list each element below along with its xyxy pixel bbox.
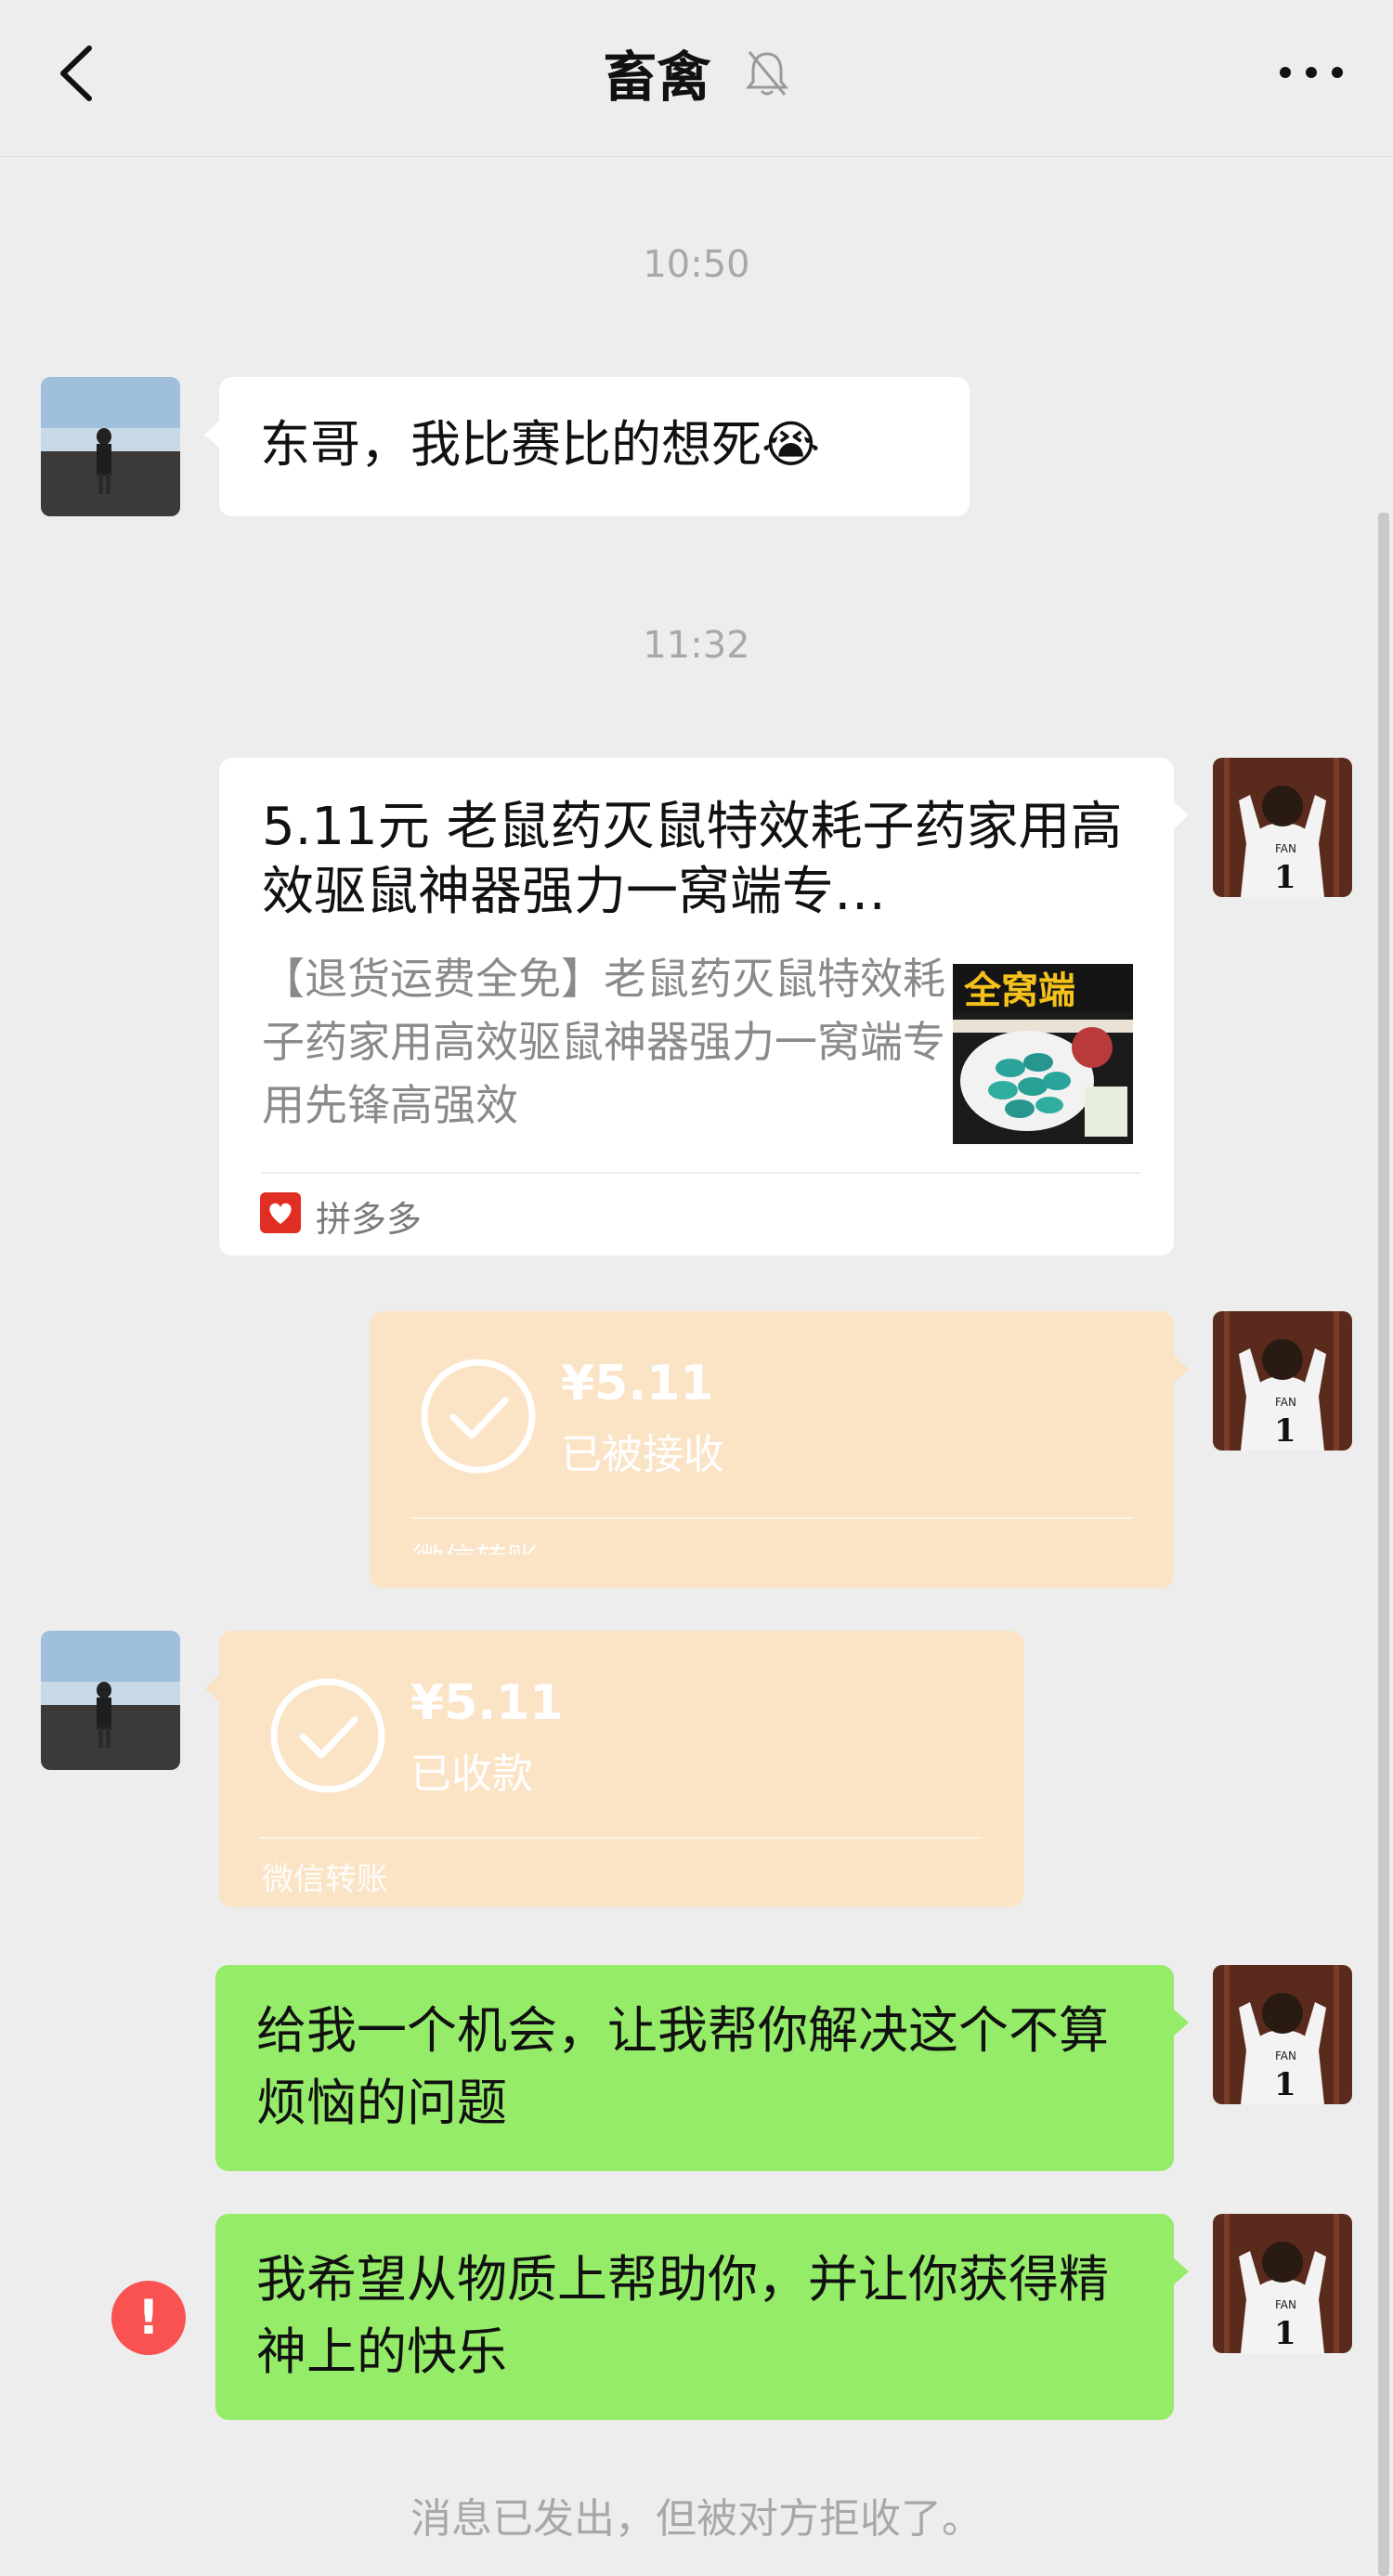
message-text: 东哥，我比赛比的想死😭 [260,415,821,474]
svg-text:FAN: FAN [1275,2049,1296,2062]
transfer-amount: ¥5.11 [410,1675,564,1731]
link-card[interactable]: 5.11元 老鼠药灭鼠特效耗子药家用高效驱鼠神器强力一窝端专… 【退货运费全免】… [219,758,1189,1255]
pinduoduo-logo-icon [260,1192,301,1233]
friend-avatar[interactable] [41,377,180,516]
svg-text:FAN: FAN [1275,842,1296,855]
transfer-sent-card[interactable]: ¥5.11 已被接收 微信转账 [370,1311,1189,1588]
message-text: 我希望从物质上帮助你，并让你获得精神上的快乐 [256,2250,1109,2381]
transfer-status: 已被接收 [561,1431,724,1478]
my-avatar[interactable]: FAN 1 [1213,758,1352,897]
incoming-message[interactable]: 东哥，我比赛比的想死😭 [204,377,970,516]
send-failed-icon[interactable]: ! [111,2281,186,2355]
svg-text:1: 1 [1274,1412,1296,1450]
my-avatar[interactable]: FAN 1 [1213,1311,1352,1451]
check-circle-icon [421,1359,536,1474]
svg-text:1: 1 [1274,2066,1296,2103]
my-avatar[interactable]: FAN 1 [1213,2214,1352,2353]
svg-text:FAN: FAN [1275,1396,1296,1409]
product-thumbnail: 全窝端 [953,964,1133,1144]
link-card-description: 【退货运费全免】老鼠药灭鼠特效耗子药家用高效驱鼠神器强力一窝端专用先锋高强效 [262,954,945,1130]
check-circle-icon [270,1678,385,1793]
my-avatar[interactable]: FAN 1 [1213,1965,1352,2104]
timestamp: 10:50 [643,243,750,286]
transfer-footer: 微信转账 [262,1861,388,1898]
link-source: 拼多多 [316,1199,423,1240]
friend-avatar[interactable] [41,1631,180,1770]
transfer-divider [260,1837,983,1839]
more-dots-icon[interactable] [1274,54,1348,91]
link-card-title: 5.11元 老鼠药灭鼠特效耗子药家用高效驱鼠神器强力一窝端专… [262,797,1123,922]
chat-header: 畜禽 [0,0,1393,157]
bell-slash-icon [745,51,788,96]
rejected-notice: 消息已发出，但被对方拒收了。 [410,2495,983,2543]
scrollbar[interactable] [1378,513,1389,2576]
transfer-divider [410,1517,1133,1519]
svg-text:FAN: FAN [1275,2298,1296,2311]
timestamp: 11:32 [643,624,750,667]
outgoing-message-rejected[interactable]: 我希望从物质上帮助你，并让你获得精神上的快乐 [215,2214,1189,2420]
transfer-status: 已收款 [410,1750,533,1798]
svg-text:1: 1 [1274,2315,1296,2352]
card-divider [262,1172,1140,1174]
transfer-received-card[interactable]: ¥5.11 已收款 微信转账 [204,1631,1023,1907]
transfer-amount: ¥5.11 [561,1356,714,1412]
svg-text:1: 1 [1274,859,1296,896]
message-text: 给我一个机会，让我帮你解决这个不算烦恼的问题 [256,2001,1109,2132]
outgoing-message[interactable]: 给我一个机会，让我帮你解决这个不算烦恼的问题 [215,1965,1189,2171]
chat-title: 畜禽 [603,46,711,109]
thumbnail-label: 全窝端 [963,969,1075,1012]
transfer-footer: 微信转账 [412,1534,539,1555]
